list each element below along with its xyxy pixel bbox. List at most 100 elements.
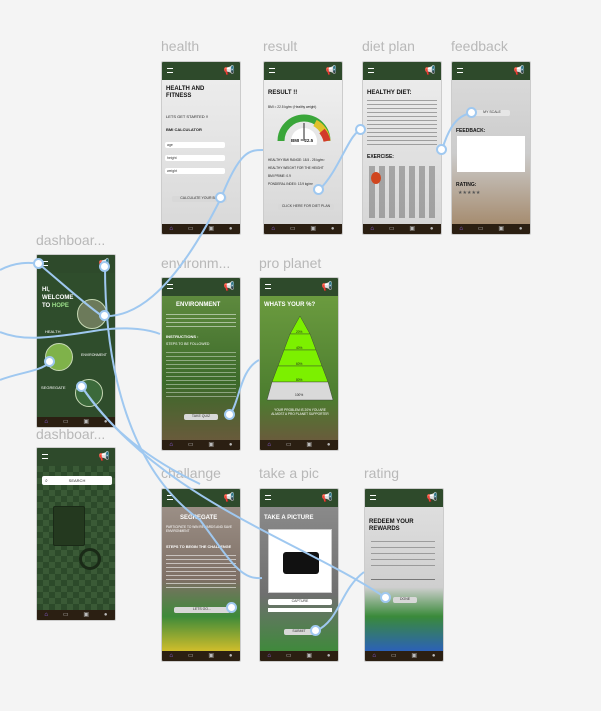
menu-icon[interactable] [42, 454, 48, 459]
megaphone-icon[interactable]: 📢 [224, 493, 235, 502]
connection-node[interactable] [436, 144, 447, 155]
lets-go-button[interactable]: LETS GO... [174, 607, 230, 613]
frame-result[interactable]: 📢 RESULT !! BMI = 22.5 kg/m² (Healthy we… [263, 61, 343, 235]
weight-field[interactable]: weight [165, 168, 225, 174]
megaphone-icon[interactable]: 📢 [224, 66, 235, 75]
frame-diet-plan[interactable]: 📢 HEALTHY DIET: EXERCISE: ⌂ ▭ ▣ ● [362, 61, 442, 235]
cart-icon[interactable]: ▭ [188, 226, 194, 232]
gallery-icon[interactable]: ▣ [409, 226, 415, 232]
capture-button[interactable]: CAPTURE [268, 599, 332, 605]
megaphone-icon[interactable]: 📢 [425, 66, 436, 75]
home-icon[interactable]: ⌂ [44, 419, 48, 425]
cart-icon[interactable]: ▭ [63, 419, 69, 425]
connection-node[interactable] [44, 356, 55, 367]
profile-icon[interactable]: ● [430, 226, 434, 232]
age-field[interactable]: age [165, 142, 225, 148]
cart-icon[interactable]: ▭ [478, 226, 484, 232]
connection-node[interactable] [380, 592, 391, 603]
cart-icon[interactable]: ▭ [188, 442, 194, 448]
profile-icon[interactable]: ● [229, 226, 233, 232]
cart-icon[interactable]: ▭ [286, 653, 292, 659]
gallery-icon[interactable]: ▣ [208, 226, 214, 232]
menu-icon[interactable] [167, 495, 173, 500]
menu-icon[interactable] [457, 68, 463, 73]
connection-node[interactable] [313, 184, 324, 195]
profile-icon[interactable]: ● [104, 419, 108, 425]
connection-node[interactable] [76, 381, 87, 392]
cart-icon[interactable]: ▭ [389, 226, 395, 232]
gallery-icon[interactable]: ▣ [83, 612, 89, 618]
cart-icon[interactable]: ▭ [391, 653, 397, 659]
connection-node[interactable] [355, 124, 366, 135]
profile-icon[interactable]: ● [432, 653, 436, 659]
frame-pro-planet[interactable]: 📢 WHATS YOUR %? 20% 40% 60% 80% 100% YOU… [259, 277, 339, 451]
feedback-textbox[interactable] [457, 136, 525, 172]
connection-node[interactable] [99, 310, 110, 321]
megaphone-icon[interactable]: 📢 [427, 493, 438, 502]
gallery-icon[interactable]: ▣ [208, 653, 214, 659]
menu-item-environment[interactable]: ENVIRONMENT [81, 353, 107, 358]
home-icon[interactable]: ⌂ [267, 442, 271, 448]
menu-icon[interactable] [167, 68, 173, 73]
gallery-icon[interactable]: ▣ [306, 442, 312, 448]
frame-rating[interactable]: 📢 REDEEM YOUR REWARDS DONE ⌂ ▭ ▣ ● [364, 488, 444, 662]
menu-icon[interactable] [368, 68, 374, 73]
gallery-icon[interactable]: ▣ [310, 226, 316, 232]
cart-icon[interactable]: ▭ [63, 612, 69, 618]
home-icon[interactable]: ⌂ [169, 653, 173, 659]
menu-icon[interactable] [167, 284, 173, 289]
connection-node[interactable] [226, 602, 237, 613]
connection-node[interactable] [310, 625, 321, 636]
frame-dashboard-2[interactable]: 📢 ⌕ SEARCH ⌂ ▭ ▣ ● [36, 447, 116, 621]
megaphone-icon[interactable]: 📢 [99, 452, 110, 461]
take-quiz-button[interactable]: TAKE QUIZ [184, 414, 218, 420]
menu-icon[interactable] [269, 68, 275, 73]
cart-icon[interactable]: ▭ [286, 442, 292, 448]
capture-slider[interactable] [268, 608, 332, 612]
connection-node[interactable] [466, 107, 477, 118]
profile-icon[interactable]: ● [229, 442, 233, 448]
megaphone-icon[interactable]: 📢 [514, 66, 525, 75]
frame-dashboard-1[interactable]: 📢 HI, WELCOME TO HOPE HEALTH ENVIRONMENT… [36, 254, 116, 428]
menu-icon[interactable] [265, 495, 271, 500]
menu-item-health[interactable]: HEALTH [45, 329, 60, 334]
search-input[interactable]: ⌕ SEARCH [42, 476, 112, 485]
profile-icon[interactable]: ● [519, 226, 523, 232]
cart-icon[interactable]: ▭ [188, 653, 194, 659]
home-icon[interactable]: ⌂ [271, 226, 275, 232]
profile-icon[interactable]: ● [104, 612, 108, 618]
menu-item-segregate[interactable]: SEGREGATE [41, 385, 66, 390]
menu-icon[interactable] [370, 495, 376, 500]
frame-challange[interactable]: 📢 SEGREGATE PARTICIPATE TO WIN REWARDS A… [161, 488, 241, 662]
megaphone-icon[interactable]: 📢 [322, 282, 333, 291]
gallery-icon[interactable]: ▣ [208, 442, 214, 448]
connection-node[interactable] [99, 261, 110, 272]
home-icon[interactable]: ⌂ [44, 612, 48, 618]
done-button[interactable]: DONE [393, 597, 417, 603]
home-icon[interactable]: ⌂ [169, 226, 173, 232]
cart-icon[interactable]: ▭ [290, 226, 296, 232]
frame-feedback[interactable]: 📢 MY SCALE FEEDBACK: RATING: ★★★★★ ⌂ ▭ ▣ ● [451, 61, 531, 235]
camera-preview[interactable] [268, 529, 332, 593]
connection-node[interactable] [224, 409, 235, 420]
diet-plan-button[interactable]: CLICK HERE FOR DIET PLAN [278, 204, 334, 210]
home-icon[interactable]: ⌂ [372, 653, 376, 659]
frame-environment[interactable]: 📢 ENVIRONMENT INSTRUCTIONS : STEPS TO BE… [161, 277, 241, 451]
home-icon[interactable]: ⌂ [169, 442, 173, 448]
home-icon[interactable]: ⌂ [267, 653, 271, 659]
profile-icon[interactable]: ● [331, 226, 335, 232]
profile-icon[interactable]: ● [229, 653, 233, 659]
gallery-icon[interactable]: ▣ [306, 653, 312, 659]
gallery-icon[interactable]: ▣ [498, 226, 504, 232]
height-field[interactable]: height [165, 155, 225, 161]
frame-take-a-pic[interactable]: 📢 TAKE A PICTURE CAPTURE SUBMIT ⌂ ▭ ▣ ● [259, 488, 339, 662]
profile-icon[interactable]: ● [327, 653, 331, 659]
home-icon[interactable]: ⌂ [370, 226, 374, 232]
megaphone-icon[interactable]: 📢 [326, 66, 337, 75]
rating-stars[interactable]: ★★★★★ [458, 190, 480, 197]
gallery-icon[interactable]: ▣ [411, 653, 417, 659]
home-icon[interactable]: ⌂ [459, 226, 463, 232]
frame-health[interactable]: 📢 HEALTH AND FITNESS LETS GET STARTED !!… [161, 61, 241, 235]
menu-icon[interactable] [265, 284, 271, 289]
megaphone-icon[interactable]: 📢 [322, 493, 333, 502]
